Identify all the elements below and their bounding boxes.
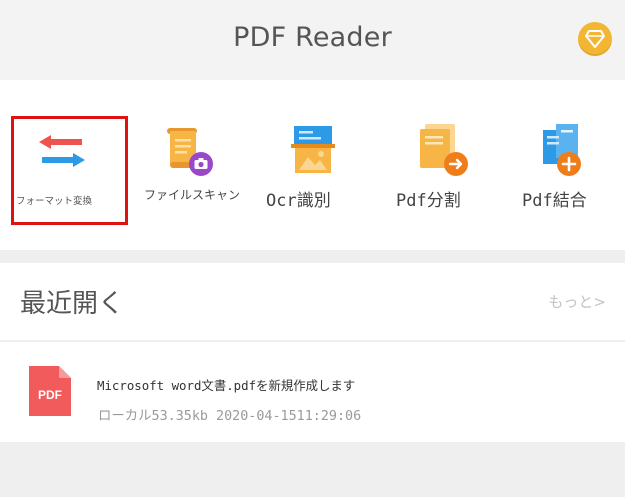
merge-file-icon	[543, 124, 581, 176]
tool-label: Pdf結合	[522, 191, 587, 211]
tool-label: ファイルスキャン	[144, 188, 241, 202]
scan-file-icon	[167, 128, 213, 176]
recent-file-list: PDF Microsoft word文書.pdfを新規作成します ローカル53.…	[0, 342, 625, 442]
split-file-icon	[420, 124, 468, 176]
tool-label: Pdf分割	[396, 191, 461, 211]
file-meta: ローカル53.35kb 2020-04-1511:29:06	[98, 409, 362, 424]
tool-pdf-split[interactable]: Pdf分割	[390, 80, 500, 250]
file-name: Microsoft word文書.pdfを新規作成します	[97, 378, 356, 393]
diamond-icon	[585, 30, 605, 48]
pdf-file-icon: PDF	[29, 366, 71, 416]
tool-label: Ocr識別	[266, 191, 331, 211]
recent-section-header: 最近開く もっと>	[0, 263, 625, 340]
tool-pdf-merge[interactable]: Pdf結合	[515, 80, 625, 250]
tool-ocr[interactable]: Ocr識別	[260, 80, 370, 250]
selection-highlight	[11, 116, 128, 225]
recent-file-item[interactable]: PDF Microsoft word文書.pdfを新規作成します ローカル53.…	[0, 342, 625, 442]
more-link[interactable]: もっと>	[548, 291, 606, 312]
ocr-image-icon	[291, 126, 335, 173]
pdf-icon-label: PDF	[38, 388, 62, 402]
tool-file-scan[interactable]: ファイルスキャン	[138, 80, 248, 250]
app-title: PDF Reader	[233, 22, 392, 53]
tool-panel: フォーマット変換 ファイルスキャン Ocr識別 Pdf分割 Pdf結合	[0, 80, 625, 250]
app-header: PDF Reader	[0, 0, 625, 80]
premium-button[interactable]	[578, 22, 612, 56]
recent-title: 最近開く	[20, 289, 125, 319]
